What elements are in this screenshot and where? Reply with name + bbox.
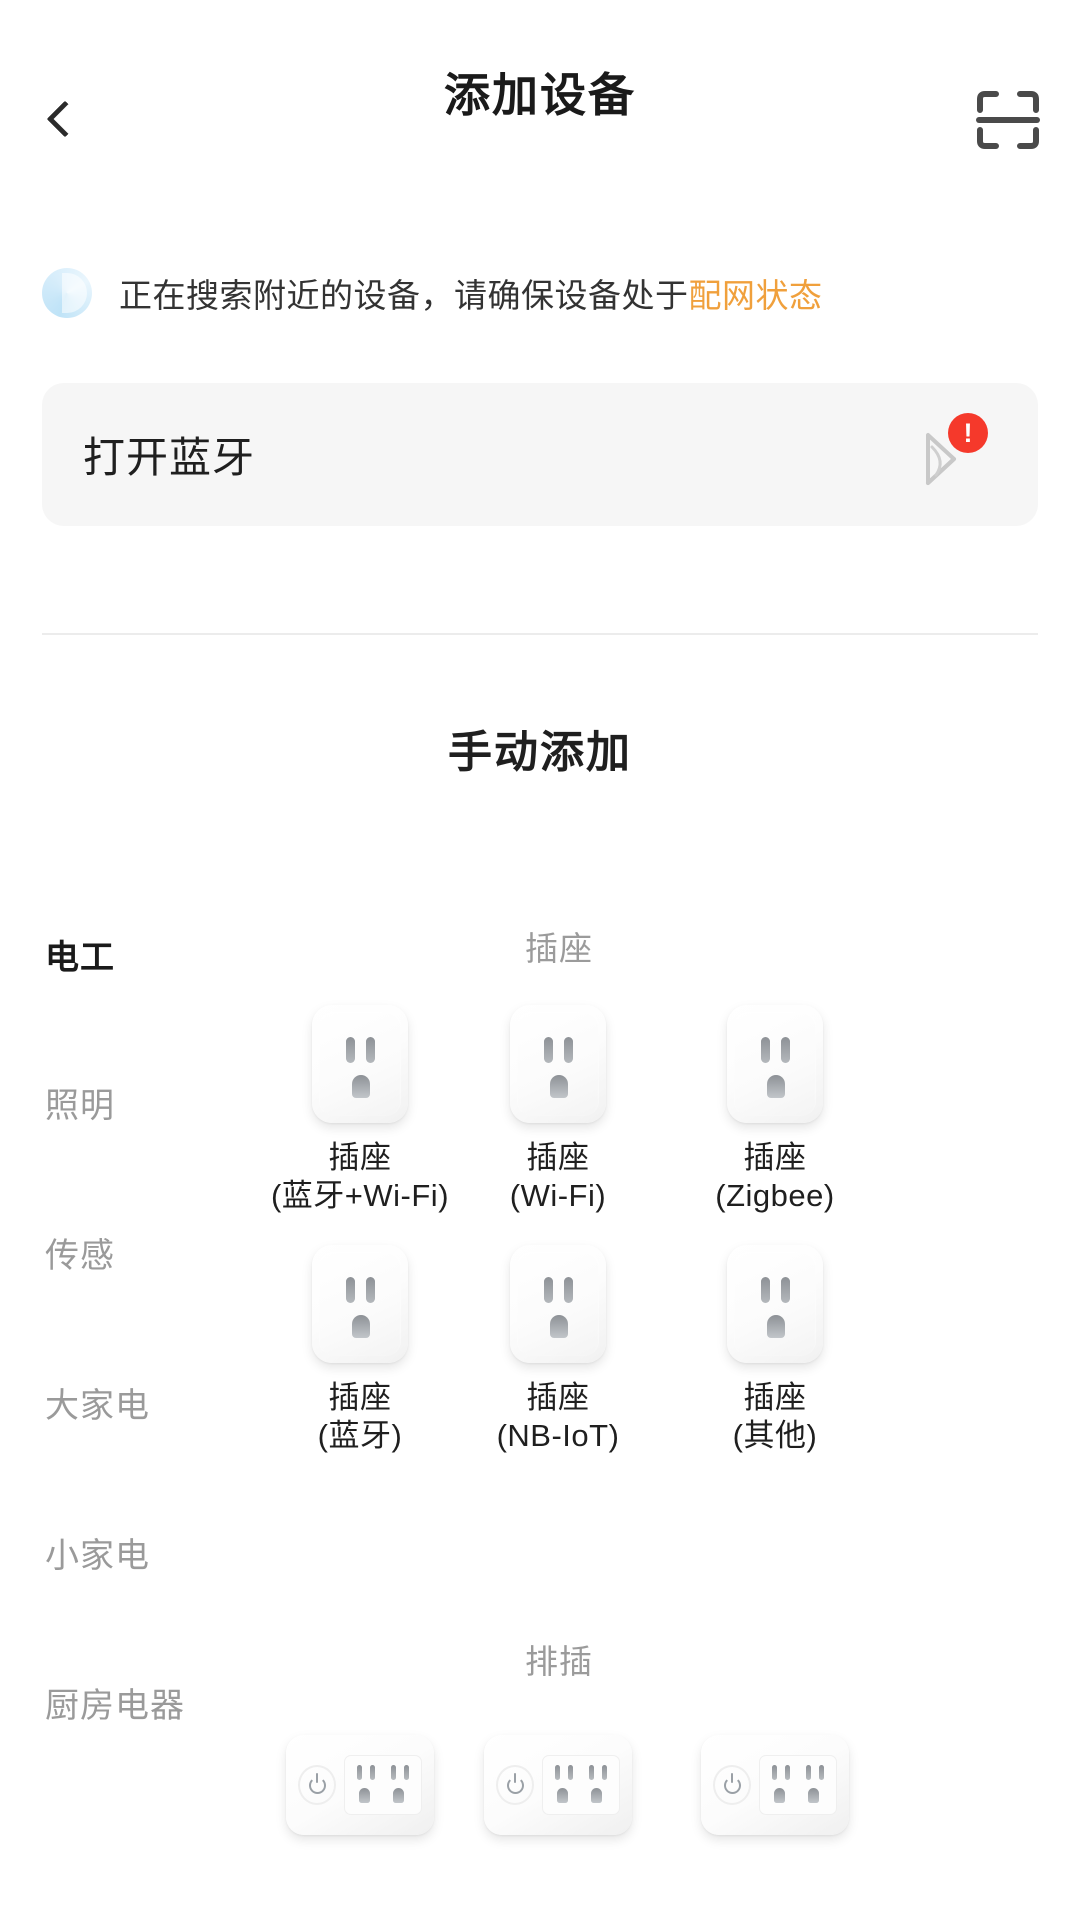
device-browser: 电工 照明 传感 大家电 小家电 厨房电器 插座 插座 (蓝牙+Wi-Fi) 插…: [0, 930, 1080, 1920]
power-strip-icon: [701, 1735, 849, 1835]
sidebar-item-zhaoming[interactable]: 照明: [45, 1078, 115, 1127]
sidebar-item-dajiadian[interactable]: 大家电: [45, 1378, 150, 1427]
sidebar-item-chufangdianqi[interactable]: 厨房电器: [45, 1678, 185, 1727]
product-item-socket-other[interactable]: 插座 (其他): [660, 1245, 890, 1455]
power-strip-icon: [286, 1735, 434, 1835]
product-grid: 插座 插座 (蓝牙+Wi-Fi) 插座 (Wi-Fi) 插座 (Zigbee) …: [260, 930, 1080, 1920]
search-status-row: 正在搜索附近的设备，请确保设备处于配网状态: [42, 258, 1042, 328]
socket-slot-left: [544, 1277, 553, 1303]
power-button-glyph: [298, 1765, 336, 1805]
socket-ground-hole: [352, 1315, 370, 1338]
socket-icon: [727, 1245, 823, 1363]
section-header-paicha: 排插: [525, 1643, 593, 1680]
category-sidebar: 电工 照明 传感 大家电 小家电 厨房电器: [0, 930, 260, 1920]
product-label: 插座 (Zigbee): [715, 1140, 835, 1213]
product-item-powerstrip-1[interactable]: [245, 1735, 475, 1835]
socket-ground-hole: [767, 1315, 785, 1338]
loading-spinner-icon: [42, 268, 92, 318]
socket-ground-hole: [767, 1075, 785, 1098]
product-item-socket-zigbee[interactable]: 插座 (Zigbee): [660, 1005, 890, 1215]
product-item-socket-ble-wifi[interactable]: 插座 (蓝牙+Wi-Fi): [245, 1005, 475, 1215]
add-device-screen: 添加设备 正在搜索附近的设备，请确保设备处于配网状态 打开蓝牙 ! 手动添加 电…: [0, 0, 1080, 1920]
manual-add-title: 手动添加: [448, 728, 632, 777]
search-status-plain: 正在搜索附近的设备，请确保设备处于: [119, 277, 689, 314]
socket-ground-hole: [352, 1075, 370, 1098]
product-label: 插座 (NB-IoT): [496, 1380, 620, 1453]
socket-slot-right: [781, 1037, 790, 1063]
strip-socket-panel: [759, 1755, 837, 1815]
sidebar-item-chuangan[interactable]: 传感: [45, 1228, 115, 1277]
socket-ground-hole: [550, 1315, 568, 1338]
socket-icon: [312, 1245, 408, 1363]
strip-socket-panel: [542, 1755, 620, 1815]
socket-slot-left: [544, 1037, 553, 1063]
socket-slot-right: [366, 1277, 375, 1303]
product-label: 插座 (Wi-Fi): [509, 1140, 607, 1213]
product-item-socket-wifi[interactable]: 插座 (Wi-Fi): [443, 1005, 673, 1215]
search-status-highlight: 配网状态: [688, 277, 823, 314]
strip-socket-panel: [344, 1755, 422, 1815]
scan-code-icon: [976, 91, 1040, 149]
enable-bluetooth-label: 打开蓝牙: [83, 434, 256, 481]
sidebar-item-diangong[interactable]: 电工: [45, 930, 115, 979]
socket-ground-hole: [550, 1075, 568, 1098]
socket-icon: [727, 1005, 823, 1123]
socket-slot-left: [761, 1277, 770, 1303]
socket-icon: [510, 1245, 606, 1363]
socket-icon: [510, 1005, 606, 1123]
product-item-powerstrip-3[interactable]: [660, 1735, 890, 1835]
app-header: 添加设备: [0, 0, 1080, 190]
socket-icon: [312, 1005, 408, 1123]
page-title: 添加设备: [444, 69, 636, 121]
sidebar-item-xiaojiadian[interactable]: 小家电: [45, 1528, 150, 1577]
product-label: 插座 (蓝牙+Wi-Fi): [270, 1140, 450, 1213]
product-item-socket-nbiot[interactable]: 插座 (NB-IoT): [443, 1245, 673, 1455]
power-button-glyph: [713, 1765, 751, 1805]
socket-slot-left: [761, 1037, 770, 1063]
product-label: 插座 (蓝牙): [317, 1380, 403, 1453]
product-item-socket-ble[interactable]: 插座 (蓝牙): [245, 1245, 475, 1455]
bluetooth-icon-wrapper: !: [902, 413, 988, 495]
product-item-powerstrip-2[interactable]: [443, 1735, 673, 1835]
socket-slot-left: [346, 1277, 355, 1303]
enable-bluetooth-card[interactable]: 打开蓝牙 !: [42, 383, 1038, 526]
socket-slot-left: [346, 1037, 355, 1063]
scan-code-button[interactable]: [976, 90, 1040, 150]
socket-slot-right: [781, 1277, 790, 1303]
product-label: 插座 (其他): [732, 1380, 818, 1453]
bluetooth-error-badge: !: [948, 413, 988, 453]
socket-slot-right: [564, 1277, 573, 1303]
socket-slot-right: [564, 1037, 573, 1063]
power-button-glyph: [496, 1765, 534, 1805]
section-divider: [42, 633, 1038, 635]
search-status-text: 正在搜索附近的设备，请确保设备处于配网状态: [119, 269, 823, 317]
section-header-chazuo: 插座: [525, 930, 593, 967]
power-strip-icon: [484, 1735, 632, 1835]
socket-slot-right: [366, 1037, 375, 1063]
